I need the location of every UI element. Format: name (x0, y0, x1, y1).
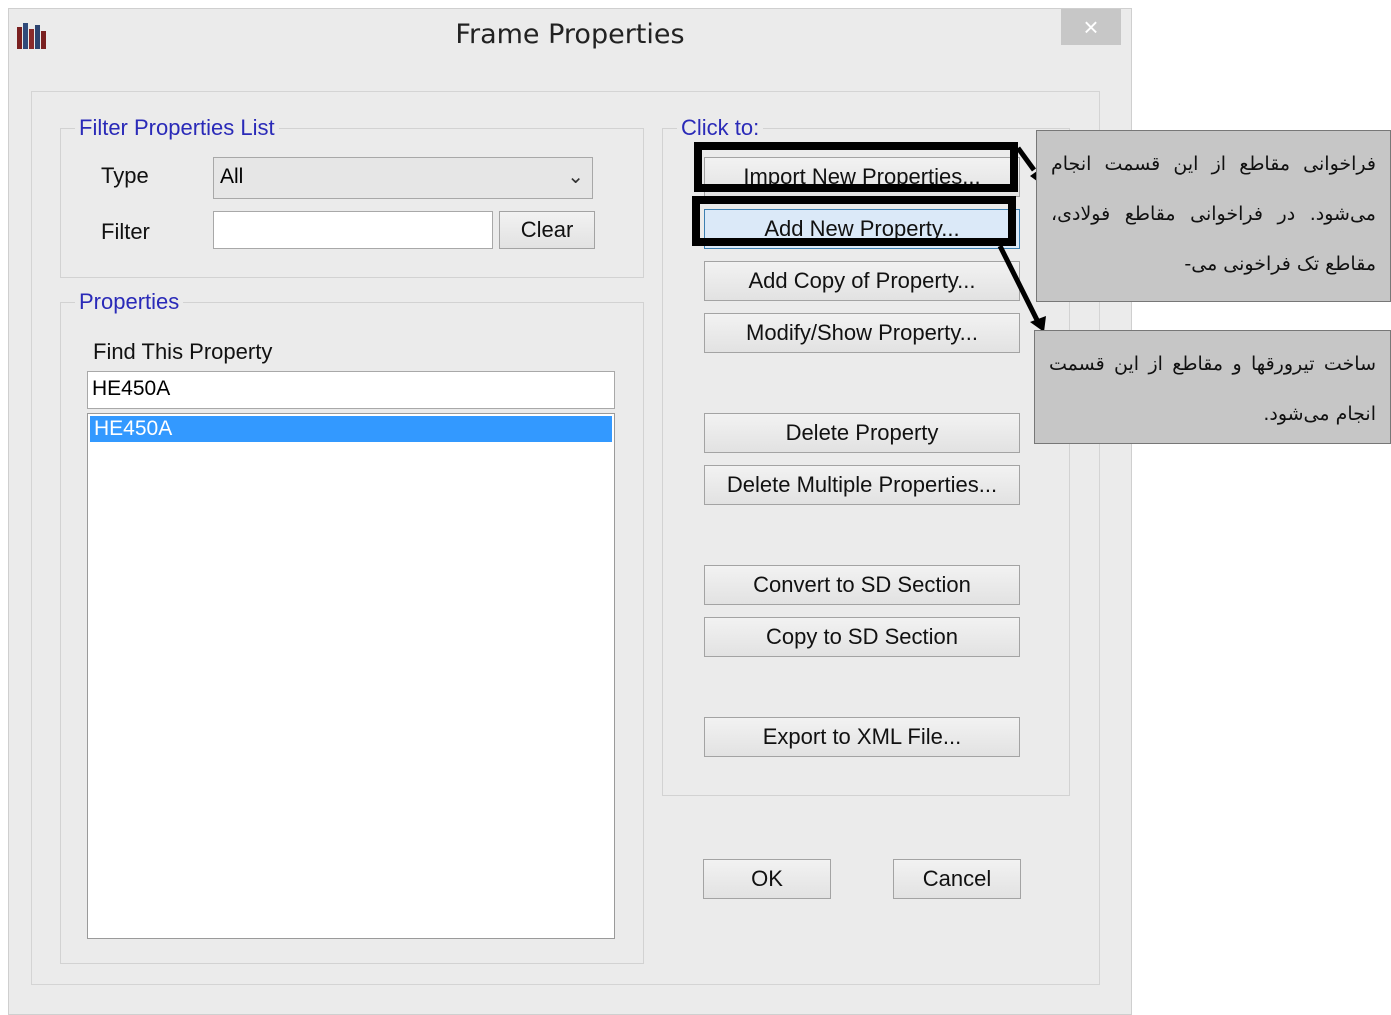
callout-import: فراخوانی مقاطع از این قسمت انجام می‌شود.… (1036, 130, 1391, 302)
callout-add-new: ساخت تیرورقها و مقاطع از این قسمت انجام … (1034, 330, 1391, 444)
